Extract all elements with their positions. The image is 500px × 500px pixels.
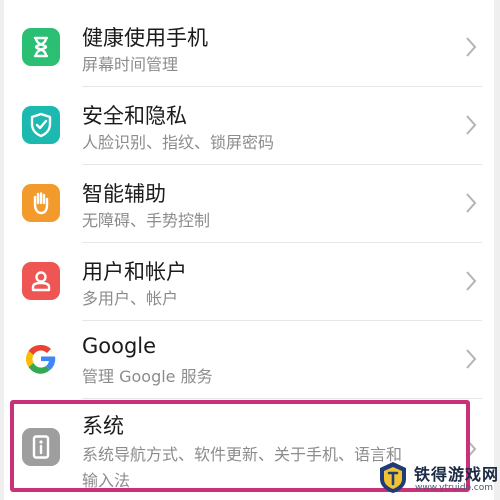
watermark-name: 铁得游戏网 [414, 465, 500, 484]
settings-item-security-privacy[interactable]: 安全和隐私 人脸识别、指纹、锁屏密码 [4, 86, 494, 164]
item-subtitle: 人脸识别、指纹、锁屏密码 [82, 133, 275, 152]
item-subtitle: 屏幕时间管理 [82, 55, 179, 74]
settings-item-smart-assist[interactable]: 智能辅助 无障碍、手势控制 [4, 164, 494, 242]
settings-item-users-accounts[interactable]: 用户和帐户 多用户、帐户 [4, 242, 494, 320]
hourglass-icon [22, 28, 60, 66]
chevron-right-icon [462, 190, 480, 216]
item-title: 智能辅助 [82, 182, 166, 206]
item-subtitle: 管理 Google 服务 [82, 367, 213, 386]
user-icon [22, 262, 60, 300]
chevron-right-icon [462, 346, 480, 372]
hand-icon [22, 184, 60, 222]
item-subtitle: 多用户、帐户 [82, 289, 179, 308]
settings-item-digital-balance[interactable]: 健康使用手机 屏幕时间管理 [4, 8, 494, 86]
watermark-logo-icon [380, 462, 406, 493]
item-title: 用户和帐户 [82, 260, 187, 284]
chevron-right-icon [462, 34, 480, 60]
shield-check-icon [22, 106, 60, 144]
google-icon [22, 340, 60, 378]
watermark-url: www.ytruido.com [415, 483, 494, 493]
chevron-right-icon [462, 112, 480, 138]
watermark: 铁得游戏网 www.ytruido.com [376, 458, 500, 500]
item-title: Google [82, 334, 157, 358]
item-title: 健康使用手机 [82, 26, 208, 50]
item-subtitle: 无障碍、手势控制 [82, 211, 211, 230]
item-title: 安全和隐私 [82, 104, 187, 128]
chevron-right-icon [462, 268, 480, 294]
settings-item-google[interactable]: Google 管理 Google 服务 [4, 320, 494, 398]
